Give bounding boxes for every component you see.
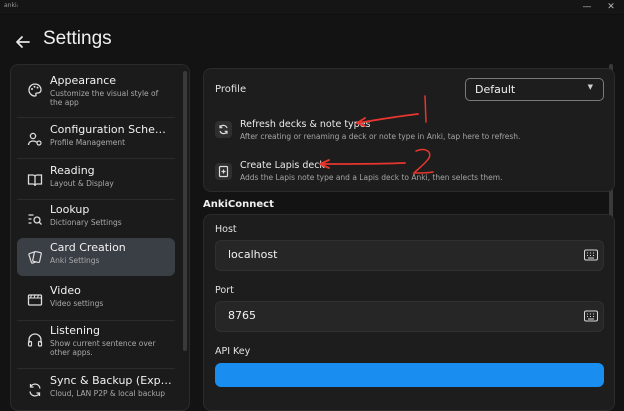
apikey-label: API Key bbox=[215, 346, 251, 357]
sidebar-item-reading[interactable]: Reading Layout & Display bbox=[17, 161, 175, 199]
sidebar-item-configuration[interactable]: Configuration Sche… Profile Management bbox=[17, 120, 175, 158]
port-value: 8765 bbox=[228, 309, 256, 322]
host-label: Host bbox=[215, 224, 237, 235]
refresh-decks-description: After creating or renaming a deck or not… bbox=[240, 132, 521, 141]
keyboard-icon[interactable] bbox=[584, 310, 598, 322]
ankiconnect-card: Host localhost Port 8765 API Key bbox=[203, 214, 615, 411]
app-id: ankiᵢ bbox=[4, 2, 18, 9]
sidebar-scrollbar[interactable] bbox=[183, 71, 187, 351]
refresh-icon[interactable] bbox=[215, 121, 232, 138]
headphones-icon bbox=[27, 333, 43, 347]
sidebar-divider bbox=[17, 368, 175, 369]
sync-icon bbox=[29, 383, 41, 397]
add-deck-icon[interactable] bbox=[215, 163, 232, 180]
window-titlebar: ankiᵢ — ✕ bbox=[0, 0, 624, 14]
search-list-icon bbox=[28, 214, 42, 225]
profile-card: Profile Default ▼ Refresh decks & note t… bbox=[203, 68, 615, 192]
profile-select[interactable]: Default ▼ bbox=[465, 78, 604, 101]
port-label: Port bbox=[215, 285, 234, 296]
sidebar-item-label: Lookup bbox=[50, 203, 90, 216]
sidebar-item-appearance[interactable]: Appearance Customize the visual style of… bbox=[17, 71, 175, 109]
profile-config-icon bbox=[27, 132, 42, 146]
back-arrow-icon[interactable] bbox=[14, 33, 32, 51]
settings-header: Settings bbox=[0, 22, 624, 62]
minimize-button[interactable]: — bbox=[582, 2, 592, 12]
sidebar-item-video[interactable]: Video Video settings bbox=[17, 281, 175, 319]
profile-select-value: Default bbox=[475, 83, 516, 96]
sidebar-item-sub: Customize the visual style of the app bbox=[50, 89, 159, 107]
host-input[interactable]: localhost bbox=[215, 240, 604, 271]
sidebar-item-label: Sync & Backup (Exp… bbox=[50, 374, 172, 387]
sidebar-item-sync-backup[interactable]: Sync & Backup (Exp… Cloud, LAN P2P & loc… bbox=[17, 371, 175, 409]
sidebar-item-sub: Profile Management bbox=[50, 138, 126, 147]
sidebar-item-label: Video bbox=[50, 284, 81, 297]
sidebar-item-sub: Layout & Display bbox=[50, 179, 114, 188]
page-title: Settings bbox=[43, 28, 112, 49]
host-value: localhost bbox=[228, 248, 278, 261]
sidebar-item-listening[interactable]: Listening Show current sentence over oth… bbox=[17, 321, 175, 359]
sidebar-item-sub: Video settings bbox=[50, 299, 104, 308]
ankiconnect-section-title: AnkiConnect bbox=[203, 199, 274, 210]
sidebar-item-sub: Dictionary Settings bbox=[50, 218, 122, 227]
book-icon bbox=[27, 174, 43, 187]
create-lapis-deck-button[interactable]: Create Lapis deck bbox=[240, 160, 325, 171]
sidebar-divider bbox=[17, 117, 175, 118]
refresh-decks-button[interactable]: Refresh decks & note types bbox=[240, 119, 371, 130]
window-controls: — ✕ bbox=[582, 0, 616, 14]
settings-sidebar: Appearance Customize the visual style of… bbox=[10, 64, 190, 411]
sidebar-item-sub: Show current sentence over other apps. bbox=[50, 339, 156, 357]
sidebar-item-label: Configuration Sche… bbox=[50, 123, 166, 136]
create-lapis-deck-description: Adds the Lapis note type and a Lapis dec… bbox=[240, 173, 503, 182]
titlebar-divider bbox=[0, 14, 624, 15]
keyboard-icon[interactable] bbox=[584, 249, 598, 261]
sidebar-item-label: Card Creation bbox=[50, 241, 126, 254]
sidebar-item-label: Reading bbox=[50, 164, 95, 177]
close-button[interactable]: ✕ bbox=[606, 2, 616, 12]
sidebar-divider bbox=[17, 158, 175, 159]
palette-icon bbox=[28, 83, 42, 97]
sidebar-item-sub: Anki Settings bbox=[50, 256, 100, 265]
apikey-input[interactable] bbox=[215, 363, 604, 387]
port-input[interactable]: 8765 bbox=[215, 301, 604, 332]
chevron-down-icon: ▼ bbox=[587, 83, 593, 91]
video-icon bbox=[27, 294, 43, 306]
sidebar-item-label: Listening bbox=[50, 324, 100, 337]
sidebar-item-lookup[interactable]: Lookup Dictionary Settings bbox=[17, 200, 175, 238]
cards-icon bbox=[28, 250, 42, 264]
sidebar-item-card-creation[interactable]: Card Creation Anki Settings bbox=[17, 238, 175, 276]
sidebar-item-sub: Cloud, LAN P2P & local backup bbox=[50, 389, 166, 398]
profile-label: Profile bbox=[215, 84, 247, 95]
sidebar-item-label: Appearance bbox=[50, 74, 117, 87]
